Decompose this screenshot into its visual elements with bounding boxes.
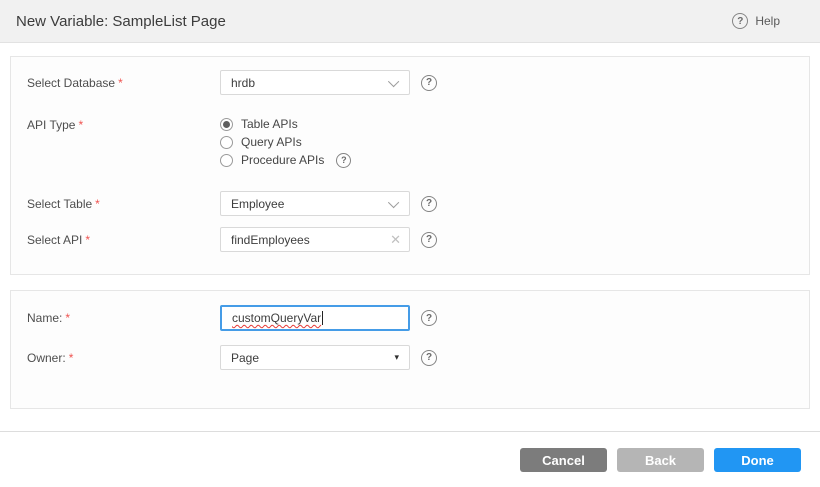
radio-option-table-apis[interactable]: Table APIs [220,117,351,131]
owner-select[interactable]: Page ▾ [220,345,410,370]
cancel-button[interactable]: Cancel [520,448,607,472]
name-input-value: customQueryVar [232,311,321,325]
select-arrow-icon: ▾ [394,352,399,363]
api-input-value: findEmployees [231,233,310,247]
database-dropdown[interactable]: hrdb [220,70,410,95]
api-type-row: API Type* Table APIs Query APIs Procedur… [27,115,793,167]
select-table-label: Select Table* [27,191,220,211]
help-link[interactable]: ? Help [732,13,804,29]
api-type-label: API Type* [27,115,220,132]
procedure-apis-help-icon[interactable]: ? [336,153,351,168]
variable-panel: Name:* customQueryVar ? Owner:* Page ▾ ? [10,290,810,409]
required-asterisk: * [69,351,74,365]
api-help-icon[interactable]: ? [421,232,437,248]
select-api-label: Select API* [27,227,220,247]
name-input[interactable]: customQueryVar [220,305,410,331]
radio-option-procedure-apis[interactable]: Procedure APIs ? [220,153,351,167]
chevron-down-icon [388,196,399,207]
api-type-radio-group: Table APIs Query APIs Procedure APIs ? [220,115,351,167]
database-dropdown-value: hrdb [231,76,255,90]
owner-select-value: Page [231,351,259,365]
required-asterisk: * [95,197,100,211]
required-asterisk: * [65,311,70,325]
select-api-row: Select API* findEmployees ✕ ? [27,227,793,252]
name-label: Name:* [27,305,220,325]
dialog-header: New Variable: SampleList Page ? Help [0,0,820,43]
clear-icon[interactable]: ✕ [390,233,401,246]
back-button[interactable]: Back [617,448,704,472]
required-asterisk: * [118,76,123,90]
radio-selected-icon[interactable] [220,118,233,131]
chevron-down-icon [388,75,399,86]
radio-unselected-icon[interactable] [220,154,233,167]
select-database-row: Select Database* hrdb ? [27,70,793,95]
required-asterisk: * [78,118,83,132]
required-asterisk: * [85,233,90,247]
owner-row: Owner:* Page ▾ ? [27,345,793,370]
radio-option-query-apis[interactable]: Query APIs [220,135,351,149]
text-caret [322,311,323,325]
name-row: Name:* customQueryVar ? [27,305,793,331]
help-icon: ? [732,13,748,29]
page-title: New Variable: SampleList Page [16,13,226,30]
database-help-icon[interactable]: ? [421,75,437,91]
table-dropdown[interactable]: Employee [220,191,410,216]
datasource-panel: Select Database* hrdb ? API Type* Table … [10,56,810,275]
help-label: Help [755,14,780,28]
api-input[interactable]: findEmployees ✕ [220,227,410,252]
footer-actions: Cancel Back Done [0,432,820,472]
select-table-row: Select Table* Employee ? [27,191,793,216]
name-help-icon[interactable]: ? [421,310,437,326]
radio-unselected-icon[interactable] [220,136,233,149]
owner-label: Owner:* [27,345,220,365]
done-button[interactable]: Done [714,448,801,472]
table-help-icon[interactable]: ? [421,196,437,212]
select-database-label: Select Database* [27,70,220,90]
table-dropdown-value: Employee [231,197,284,211]
owner-help-icon[interactable]: ? [421,350,437,366]
